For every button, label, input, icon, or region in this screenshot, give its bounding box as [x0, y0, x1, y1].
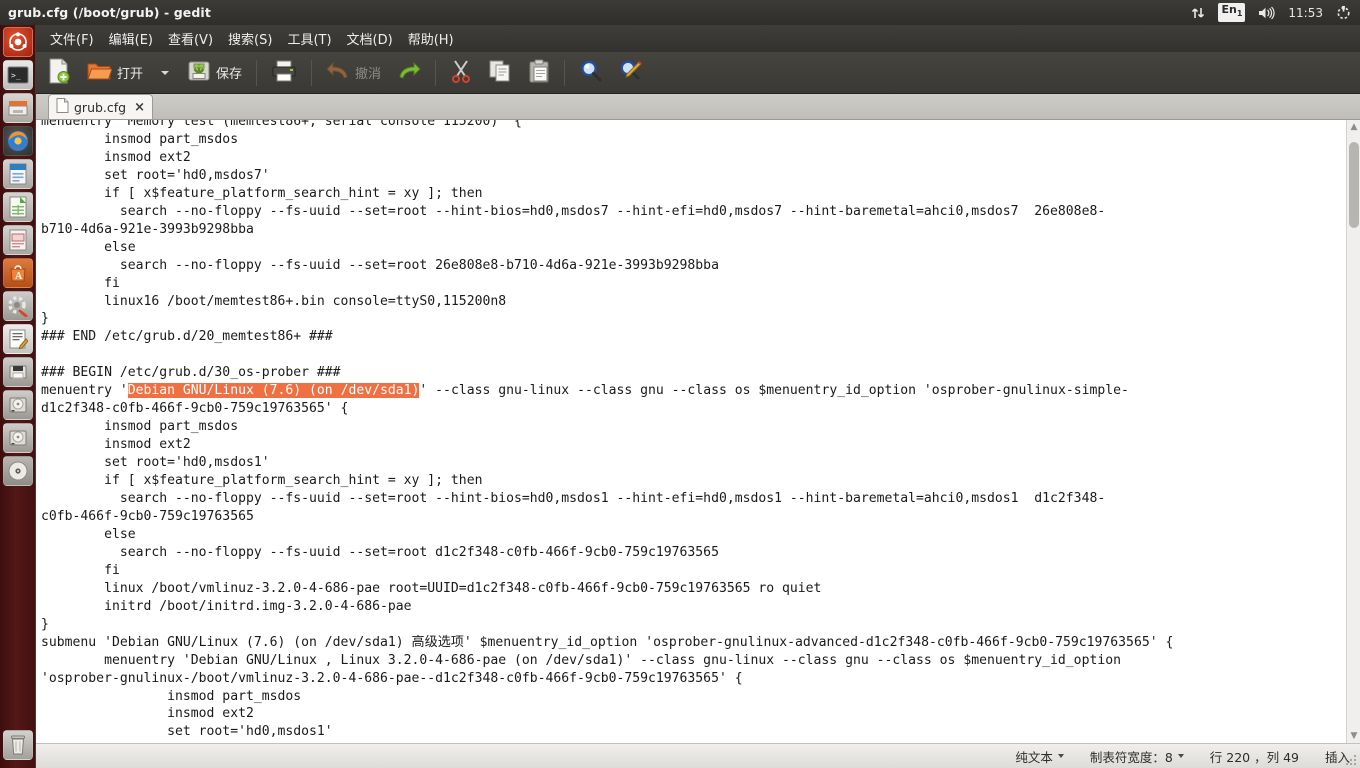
- libreoffice-calc-icon[interactable]: [2, 192, 33, 222]
- close-icon[interactable]: ×: [134, 100, 145, 115]
- open-folder-icon: [87, 60, 113, 86]
- system-tray: En1 11:53: [1191, 3, 1360, 22]
- gedit-window: 文件(F) 编辑(E) 查看(V) 搜索(S) 工具(T) 文档(D) 帮助(H…: [36, 25, 1360, 768]
- redo-button[interactable]: [390, 56, 428, 90]
- power-gear-icon[interactable]: [1336, 5, 1351, 20]
- paste-button[interactable]: [521, 56, 557, 90]
- terminal-icon[interactable]: >_: [2, 60, 33, 90]
- copy-icon: [488, 59, 512, 87]
- scissors-icon: [450, 59, 472, 87]
- unity-launcher: >_ A: [0, 25, 36, 768]
- desktop: grub.cfg (/boot/grub) - gedit En1 11:53 …: [0, 0, 1360, 768]
- window-title: grub.cfg (/boot/grub) - gedit: [8, 5, 211, 20]
- save-button[interactable]: 保存: [180, 56, 249, 90]
- clock[interactable]: 11:53: [1288, 6, 1323, 20]
- files-icon[interactable]: [2, 93, 33, 123]
- scroll-up-arrow-icon[interactable]: ▲: [1347, 120, 1360, 134]
- undo-arrow-icon: [326, 61, 350, 85]
- open-button-label: 打开: [117, 67, 144, 82]
- chevron-down-icon: [161, 70, 170, 75]
- keyboard-layout-index: 1: [1236, 9, 1243, 19]
- svg-text:>_: >_: [11, 71, 21, 80]
- search-icon: [579, 59, 603, 87]
- ubuntu-software-center-icon[interactable]: A: [2, 258, 33, 288]
- system-settings-icon[interactable]: [2, 291, 33, 321]
- open-button[interactable]: 打开: [80, 56, 150, 90]
- menu-item-tools[interactable]: 工具(T): [280, 26, 338, 51]
- status-bar: 纯文本 制表符宽度：8 行 220 ，列 49 插入: [36, 743, 1360, 768]
- cd-drive-icon[interactable]: [2, 456, 33, 486]
- language-selector[interactable]: 纯文本: [1015, 747, 1064, 766]
- language-label: 纯文本: [1015, 749, 1053, 765]
- new-document-icon: [47, 58, 71, 88]
- menu-item-view[interactable]: 查看(V): [161, 26, 220, 51]
- redo-arrow-icon: [397, 61, 421, 85]
- find-button[interactable]: [572, 56, 610, 90]
- find-replace-icon: [619, 59, 643, 87]
- save-button-label: 保存: [216, 67, 243, 82]
- gedit-icon[interactable]: [2, 324, 33, 354]
- paste-clipboard-icon: [528, 59, 550, 87]
- code-text[interactable]: menuentry 'Memory test (memtest86+, seri…: [36, 120, 1346, 743]
- menu-item-edit[interactable]: 编辑(E): [102, 26, 160, 51]
- print-button[interactable]: [264, 56, 304, 90]
- menu-item-search[interactable]: 搜索(S): [221, 26, 279, 51]
- selected-text[interactable]: Debian GNU/Linux (7.6) (on /dev/sda1): [127, 383, 420, 399]
- resize-grip[interactable]: [1342, 751, 1358, 767]
- cursor-position: 行 220 ，列 49: [1210, 747, 1299, 766]
- scrollbar-thumb[interactable]: [1349, 142, 1359, 228]
- toolbar-separator-1: [256, 59, 258, 86]
- libreoffice-impress-icon[interactable]: [2, 225, 33, 255]
- tab-width-label: 制表符宽度：8: [1089, 749, 1173, 765]
- hard-disk-icon[interactable]: [2, 390, 33, 420]
- cursor-position-label: 行 220 ，列 49: [1209, 749, 1299, 765]
- replace-button[interactable]: [612, 56, 650, 90]
- undo-button[interactable]: 撤消: [319, 56, 388, 90]
- trash-icon[interactable]: [2, 730, 33, 760]
- volume-icon[interactable]: [1258, 6, 1276, 20]
- menu-item-documents[interactable]: 文档(D): [340, 26, 400, 51]
- tab-label: grub.cfg: [74, 99, 127, 115]
- tab-grub-cfg[interactable]: grub.cfg ×: [48, 94, 154, 119]
- keyboard-layout-indicator[interactable]: En1: [1218, 3, 1246, 22]
- print-icon: [271, 59, 297, 87]
- floppy-drive-icon[interactable]: [2, 357, 33, 387]
- vertical-scrollbar[interactable]: ▲ ▼: [1346, 120, 1360, 743]
- tab-width-selector[interactable]: 制表符宽度：8: [1090, 747, 1184, 766]
- toolbar-separator-2: [311, 59, 313, 86]
- editor-area: menuentry 'Memory test (memtest86+, seri…: [36, 120, 1360, 743]
- copy-button[interactable]: [481, 56, 519, 90]
- undo-button-label: 撤消: [355, 67, 382, 82]
- chevron-down-icon: [1057, 754, 1064, 758]
- menu-item-help[interactable]: 帮助(H): [401, 26, 461, 51]
- network-transfer-icon[interactable]: [1191, 6, 1205, 20]
- toolbar-separator-3: [435, 59, 437, 86]
- chevron-down-icon: [1177, 754, 1184, 758]
- menu-item-file[interactable]: 文件(F): [43, 26, 101, 51]
- toolbar: 打开 保存 撤消: [36, 52, 1360, 94]
- toolbar-separator-4: [564, 59, 566, 86]
- hard-disk-2-icon[interactable]: [2, 423, 33, 453]
- keyboard-layout-label: En: [1221, 3, 1237, 17]
- file-icon: [56, 98, 69, 116]
- open-dropdown-button[interactable]: [152, 56, 178, 90]
- unity-top-panel: grub.cfg (/boot/grub) - gedit En1 11:53: [0, 0, 1360, 25]
- new-document-button[interactable]: [40, 56, 78, 90]
- save-icon: [187, 59, 211, 87]
- ubuntu-dash-icon[interactable]: [2, 27, 33, 57]
- cut-button[interactable]: [443, 56, 479, 90]
- libreoffice-writer-icon[interactable]: [2, 159, 33, 189]
- tab-bar: grub.cfg ×: [36, 94, 1360, 120]
- menu-bar: 文件(F) 编辑(E) 查看(V) 搜索(S) 工具(T) 文档(D) 帮助(H…: [36, 25, 1360, 52]
- scroll-down-arrow-icon[interactable]: ▼: [1347, 729, 1360, 743]
- firefox-icon[interactable]: [2, 126, 33, 156]
- svg-text:A: A: [15, 271, 23, 282]
